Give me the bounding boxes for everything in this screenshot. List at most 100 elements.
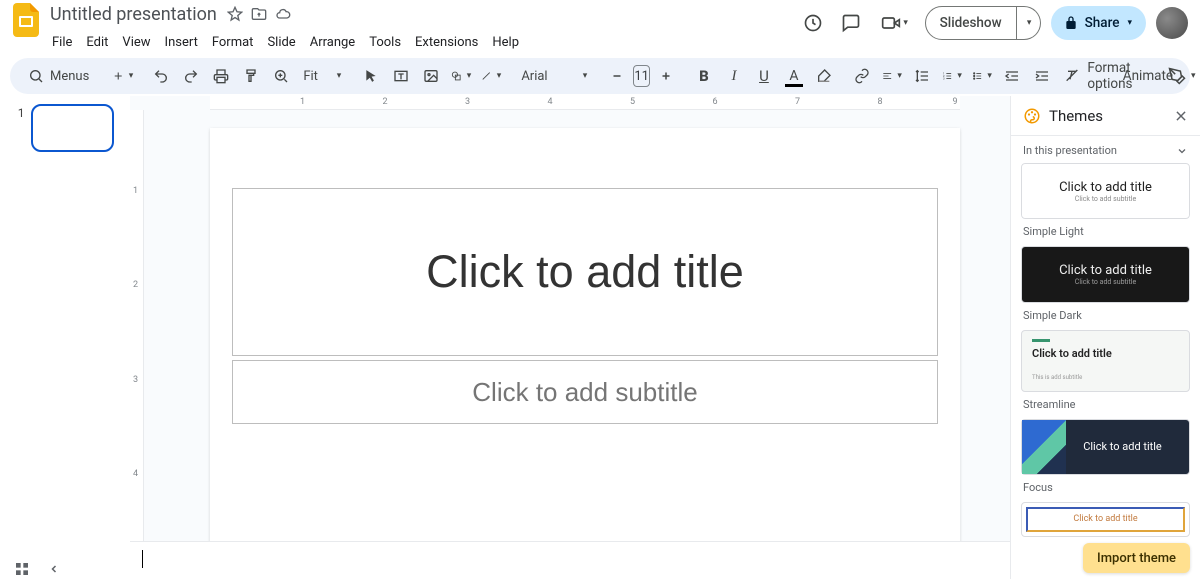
chevron-down-icon — [1176, 145, 1188, 157]
theme-card-streamline[interactable]: Click to add title This is add subtitle — [1021, 330, 1190, 392]
theme-label: Simple Dark — [1021, 305, 1190, 328]
menu-insert[interactable]: Insert — [159, 33, 204, 52]
speaker-notes[interactable] — [130, 541, 1010, 579]
lock-icon — [1063, 15, 1079, 31]
undo-button[interactable] — [147, 62, 175, 90]
slideshow-label: Slideshow — [940, 15, 1002, 31]
import-theme-label: Import theme — [1097, 551, 1176, 566]
menu-help[interactable]: Help — [486, 33, 525, 52]
print-button[interactable] — [207, 62, 235, 90]
themes-subheader[interactable]: In this presentation — [1011, 136, 1200, 163]
increase-indent-button[interactable] — [1028, 62, 1056, 90]
font-name: Arial — [521, 69, 547, 84]
share-button[interactable]: Share ▾ — [1051, 6, 1146, 40]
new-slide-button[interactable]: ▾ — [109, 62, 137, 90]
select-tool[interactable] — [357, 62, 385, 90]
redo-button[interactable] — [177, 62, 205, 90]
title-placeholder-text: Click to add title — [426, 246, 744, 298]
slide-filmstrip[interactable]: 1 — [0, 96, 130, 579]
text-color-button[interactable]: A — [780, 62, 808, 90]
search-menus-label: Menus — [50, 69, 89, 84]
insert-link-button[interactable] — [848, 62, 876, 90]
numbered-list-button[interactable]: 123▾ — [938, 62, 966, 90]
grid-view-icon[interactable] — [14, 561, 30, 577]
menu-slide[interactable]: Slide — [261, 33, 301, 52]
slide-thumbnail-1[interactable] — [31, 104, 114, 152]
slides-logo[interactable] — [8, 2, 44, 38]
move-icon[interactable] — [249, 4, 269, 24]
shape-tool[interactable]: ▾ — [447, 62, 475, 90]
menu-extensions[interactable]: Extensions — [409, 33, 484, 52]
menu-arrange[interactable]: Arrange — [304, 33, 361, 52]
chevron-left-icon[interactable] — [48, 563, 60, 575]
search-icon — [28, 68, 44, 84]
slide-editor[interactable]: 1 2 3 4 5 6 7 8 9 1 2 3 4 5 Click to add… — [130, 96, 1010, 579]
theme-card-shift[interactable]: Click to add title — [1021, 502, 1190, 537]
theme-card-title: Click to add title — [1059, 180, 1152, 195]
slide-canvas[interactable]: Click to add title Click to add subtitle — [210, 128, 960, 550]
title-placeholder[interactable]: Click to add title — [232, 188, 938, 356]
highlight-button[interactable] — [810, 62, 838, 90]
theme-card-sub: Click to add subtitle — [1075, 278, 1136, 286]
menu-format[interactable]: Format — [206, 33, 260, 52]
format-options-button[interactable]: Format options — [1096, 62, 1124, 90]
align-button[interactable]: ▾ — [878, 62, 906, 90]
textbox-tool[interactable] — [387, 62, 415, 90]
zoom-button[interactable] — [267, 62, 295, 90]
slideshow-button[interactable]: Slideshow — [925, 6, 1017, 40]
theme-label: Simple Light — [1021, 221, 1190, 244]
decrease-indent-button[interactable] — [998, 62, 1026, 90]
share-label: Share — [1085, 15, 1120, 31]
paint-format-button[interactable] — [237, 62, 265, 90]
theme-card-title: Click to add title — [1073, 514, 1137, 524]
pen-tool[interactable]: ▾ — [1164, 62, 1200, 90]
close-icon[interactable] — [1174, 109, 1188, 123]
menu-edit[interactable]: Edit — [80, 33, 114, 52]
theme-card-sub: Click to add subtitle — [1075, 195, 1136, 203]
menu-tools[interactable]: Tools — [363, 33, 407, 52]
meet-icon[interactable]: ▾ — [875, 9, 915, 37]
menu-file[interactable]: File — [46, 33, 78, 52]
theme-card-simple-dark[interactable]: Click to add title Click to add subtitle — [1021, 246, 1190, 302]
line-spacing-button[interactable] — [908, 62, 936, 90]
search-menus[interactable]: Menus — [18, 62, 99, 90]
zoom-select[interactable]: Fit▾ — [297, 63, 347, 89]
subtitle-placeholder-text: Click to add subtitle — [472, 377, 697, 408]
cloud-status-icon[interactable] — [273, 4, 293, 24]
themes-subheader-label: In this presentation — [1023, 144, 1117, 157]
theme-label: Focus — [1021, 477, 1190, 500]
themes-title: Themes — [1049, 107, 1166, 125]
bold-button[interactable]: B — [690, 62, 718, 90]
line-tool[interactable]: ▾ — [477, 62, 505, 90]
svg-text:3: 3 — [943, 76, 945, 80]
themes-panel: Themes In this presentation Click to add… — [1010, 96, 1200, 579]
account-avatar[interactable] — [1156, 7, 1188, 39]
last-edit-icon[interactable] — [799, 9, 827, 37]
animate-button[interactable]: Animate — [1134, 62, 1162, 90]
underline-button[interactable]: U — [750, 62, 778, 90]
theme-card-simple-light[interactable]: Click to add title Click to add subtitle — [1021, 163, 1190, 219]
italic-button[interactable]: I — [720, 62, 748, 90]
decrease-font-button[interactable] — [603, 62, 631, 90]
font-size-input[interactable]: 11 — [633, 65, 650, 87]
menu-view[interactable]: View — [116, 33, 156, 52]
slide-number: 1 — [17, 106, 25, 120]
font-select[interactable]: Arial▾ — [515, 63, 593, 89]
font-size-value: 11 — [634, 69, 649, 84]
horizontal-ruler: 1 2 3 4 5 6 7 8 9 — [210, 96, 960, 110]
image-tool[interactable] — [417, 62, 445, 90]
slideshow-split-button[interactable]: Slideshow ▾ — [925, 6, 1041, 40]
theme-card-sub: This is add subtitle — [1032, 374, 1082, 381]
comments-icon[interactable] — [837, 9, 865, 37]
theme-card-title: Click to add title — [1059, 263, 1152, 278]
toolbar: Menus ▾ Fit▾ ▾ ▾ Arial▾ 11 B I U A ▾ 123… — [10, 58, 1190, 94]
document-title[interactable]: Untitled presentation — [46, 4, 221, 25]
clear-formatting-button[interactable] — [1058, 62, 1086, 90]
import-theme-button[interactable]: Import theme — [1083, 543, 1190, 573]
slideshow-dropdown[interactable]: ▾ — [1017, 6, 1041, 40]
subtitle-placeholder[interactable]: Click to add subtitle — [232, 360, 938, 424]
increase-font-button[interactable] — [652, 62, 680, 90]
theme-card-focus[interactable]: Click to add title — [1021, 419, 1190, 475]
star-icon[interactable] — [225, 4, 245, 24]
bulleted-list-button[interactable]: ▾ — [968, 62, 996, 90]
